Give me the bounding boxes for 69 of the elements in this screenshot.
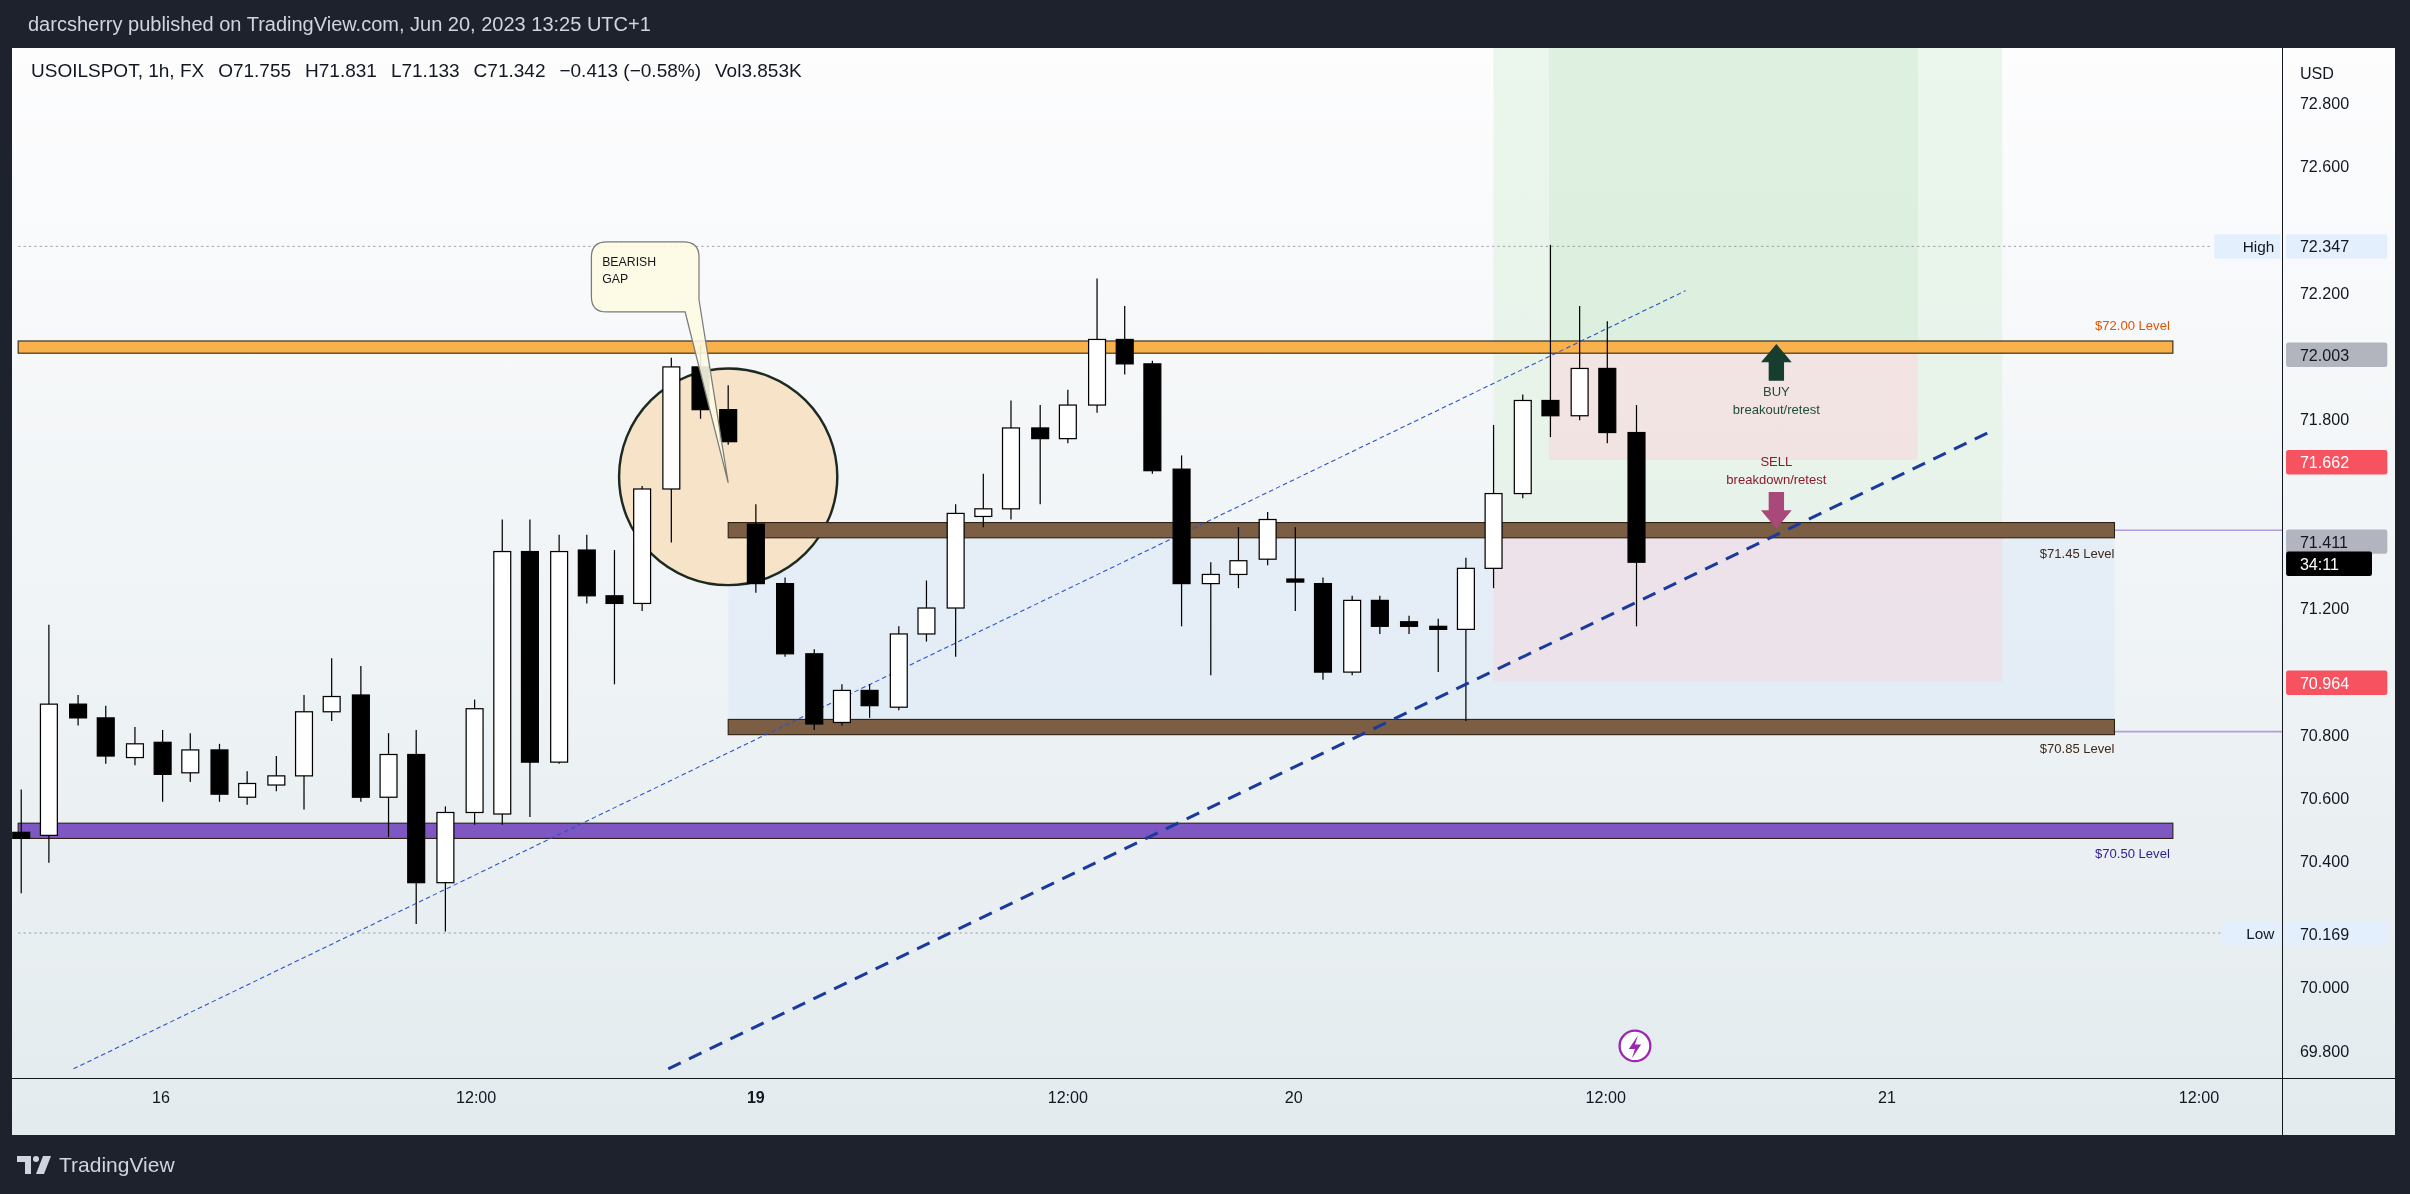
ohlc-value: C71.342 bbox=[473, 60, 546, 82]
ohlc-value: H71.831 bbox=[305, 60, 377, 82]
candle bbox=[1429, 618, 1448, 673]
price-tick-label: 72.800 bbox=[2299, 94, 2350, 113]
candle bbox=[1229, 526, 1248, 589]
lightning-icon[interactable] bbox=[1618, 1029, 1652, 1063]
price-tag: 72.347 bbox=[2286, 234, 2388, 259]
candle bbox=[1370, 595, 1389, 635]
price-tag: 70.169 bbox=[2286, 921, 2388, 946]
candle bbox=[860, 683, 879, 719]
time-tick-label: 20 bbox=[1284, 1089, 1303, 1107]
logo-icon bbox=[17, 1155, 53, 1174]
time-tick-label: 16 bbox=[152, 1089, 171, 1107]
candle bbox=[125, 726, 144, 766]
price-tick-label: 72.600 bbox=[2299, 157, 2350, 176]
ohlc-value: O71.755 bbox=[218, 60, 292, 82]
candle bbox=[1258, 511, 1277, 566]
candle bbox=[1115, 305, 1134, 376]
time-tick-label: 12:00 bbox=[1585, 1089, 1626, 1107]
candle bbox=[917, 579, 936, 643]
candle bbox=[1058, 389, 1077, 444]
candle bbox=[238, 770, 257, 806]
candle bbox=[69, 694, 88, 727]
time-tick-label: 12:00 bbox=[1047, 1089, 1089, 1107]
brand-name: TradingView bbox=[59, 1152, 175, 1177]
price-level-label: $71.45 Level bbox=[2039, 545, 2115, 561]
currency-label: USD bbox=[2299, 63, 2334, 82]
candle bbox=[719, 384, 738, 446]
candle bbox=[832, 683, 851, 727]
candle bbox=[322, 657, 341, 722]
price-tick-label: 72.200 bbox=[2299, 283, 2350, 302]
candle bbox=[210, 743, 229, 803]
price-tag: 71.662 bbox=[2286, 450, 2388, 475]
candle bbox=[1399, 615, 1419, 635]
time-tick-label: 12:00 bbox=[2178, 1089, 2220, 1107]
price-tick-label: 69.800 bbox=[2299, 1041, 2350, 1060]
price-tick-label: 70.000 bbox=[2299, 978, 2350, 997]
buy-label: BUY breakout/retest bbox=[1732, 383, 1820, 418]
time-tick-label: 19 bbox=[746, 1089, 765, 1107]
ohlc-value: Vol3.853K bbox=[715, 60, 802, 82]
up-arrow-icon bbox=[1761, 344, 1792, 381]
price-tick-label: 70.600 bbox=[2299, 789, 2350, 807]
candle bbox=[974, 473, 993, 528]
callout-text: BEARISH GAP bbox=[602, 255, 657, 286]
candle bbox=[96, 705, 115, 765]
price-tag: 70.964 bbox=[2286, 670, 2388, 695]
time-tick-label: 12:00 bbox=[455, 1089, 497, 1107]
candle bbox=[181, 732, 200, 783]
ohlc-value: −0.413 (−0.58%) bbox=[559, 60, 701, 82]
candle bbox=[267, 755, 286, 792]
candle bbox=[577, 534, 596, 605]
price-tag: 71.411 bbox=[2286, 529, 2388, 554]
time-tick-label: 21 bbox=[1878, 1089, 1896, 1107]
ohlc-value: L71.133 bbox=[390, 60, 460, 82]
price-level-label: $70.50 Level bbox=[2095, 846, 2170, 862]
price-tick-label: 70.400 bbox=[2299, 852, 2350, 871]
price-tick-label: 71.800 bbox=[2299, 409, 2350, 428]
down-arrow-icon bbox=[1761, 492, 1792, 529]
price-tag: 34:11 bbox=[2286, 551, 2372, 576]
price-tick-label: 70.800 bbox=[2299, 725, 2350, 744]
price-tag: 72.003 bbox=[2286, 342, 2388, 367]
extreme-label: High bbox=[2214, 234, 2281, 259]
price-level-label: $72.00 Level bbox=[2095, 318, 2170, 334]
symbol-label: USOILSPOT, 1h, FX bbox=[31, 60, 205, 82]
publisher-line: darcsherry published on TradingView.com, Jun 20, 2023 13:25 UTC+1 bbox=[28, 12, 651, 36]
extreme-label: Low bbox=[2222, 921, 2281, 946]
price-tick-label: 71.200 bbox=[2299, 599, 2350, 618]
sell-label: SELL breakdown/retest bbox=[1726, 454, 1827, 488]
price-level-label: $70.85 Level bbox=[2039, 741, 2115, 756]
